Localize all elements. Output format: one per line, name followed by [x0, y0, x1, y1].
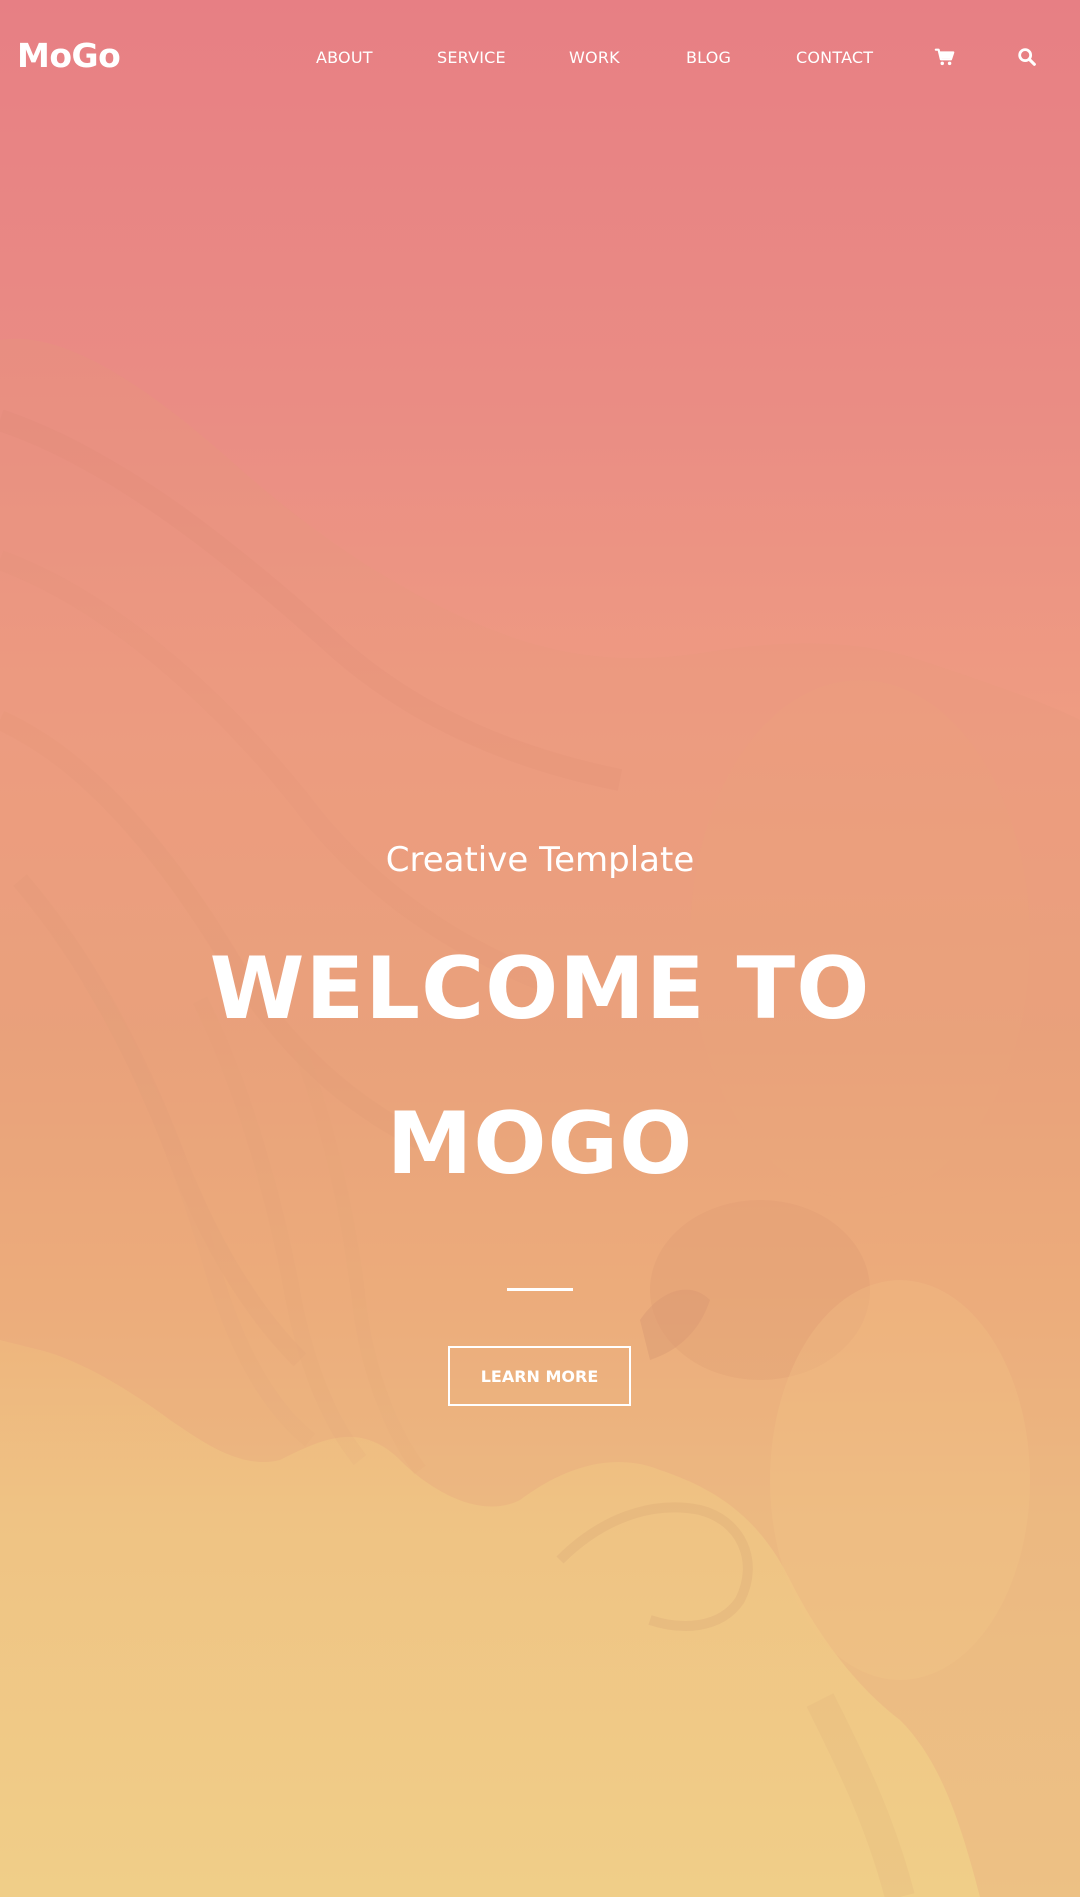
hero-divider — [507, 1288, 573, 1291]
hero-title-line-1: WELCOME TO — [209, 939, 871, 1039]
search-icon[interactable] — [1016, 46, 1038, 68]
nav-item-work[interactable]: WORK — [569, 48, 620, 67]
nav-item-service[interactable]: SERVICE — [437, 48, 506, 67]
nav-item-blog[interactable]: BLOG — [686, 48, 731, 67]
main-nav: ABOUT SERVICE WORK BLOG CONTACT — [0, 48, 1080, 70]
nav-item-contact[interactable]: CONTACT — [796, 48, 873, 67]
nav-item-about[interactable]: ABOUT — [316, 48, 373, 67]
shopping-cart-icon[interactable] — [934, 46, 956, 68]
learn-more-button[interactable]: LEARN MORE — [448, 1346, 631, 1406]
hero-subtitle: Creative Template — [385, 840, 695, 880]
hero-title-line-2: MOGO — [386, 1094, 694, 1194]
site-header: MoGo ABOUT SERVICE WORK BLOG CONTACT — [0, 0, 1080, 118]
